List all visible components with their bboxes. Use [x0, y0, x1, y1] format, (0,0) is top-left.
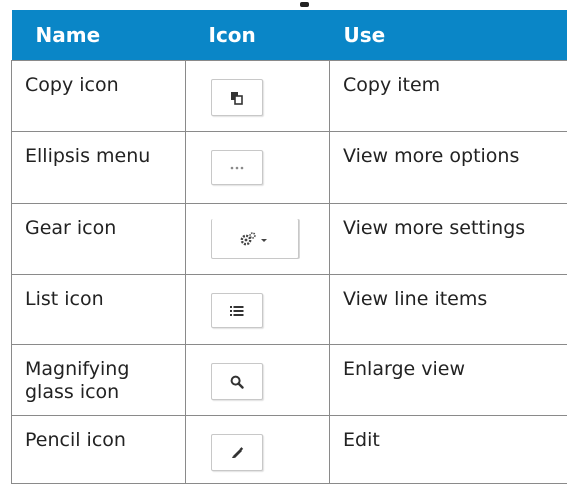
- row-use: Copy item: [330, 61, 567, 132]
- row-icon-cell: [186, 345, 330, 416]
- table-row: Copy icon Copy item: [12, 61, 567, 132]
- row-use: Edit: [330, 416, 567, 484]
- row-name: Magnifying glass icon: [12, 345, 186, 416]
- row-icon-cell: [186, 275, 330, 345]
- row-icon-cell: [186, 204, 330, 275]
- copy-icon: [230, 91, 244, 105]
- ellipsis-menu-button[interactable]: [211, 150, 263, 185]
- gear-settings-button[interactable]: [211, 219, 299, 259]
- cropped-text-fragment: [300, 2, 309, 7]
- gear-icon: [240, 231, 270, 247]
- row-use: View more options: [330, 132, 567, 204]
- row-name: Ellipsis menu: [12, 132, 186, 204]
- header-name: Name: [12, 10, 186, 61]
- row-use: View line items: [330, 275, 567, 345]
- copy-button[interactable]: [211, 79, 263, 116]
- row-icon-cell: [186, 416, 330, 484]
- ellipsis-icon: [229, 165, 245, 171]
- row-use: View more settings: [330, 204, 567, 275]
- row-icon-cell: [186, 132, 330, 204]
- list-button[interactable]: [211, 293, 263, 328]
- header-icon: Icon: [186, 10, 330, 61]
- table-row: Pencil icon Edit: [12, 416, 567, 484]
- icon-reference-table: Name Icon Use Copy icon Copy item Ellips…: [11, 10, 567, 484]
- header-use: Use: [330, 10, 567, 61]
- row-name: Gear icon: [12, 204, 186, 275]
- magnifying-glass-icon: [230, 375, 244, 389]
- row-name: Pencil icon: [12, 416, 186, 484]
- table-row: Gear icon View more settings: [12, 204, 567, 275]
- table-row: Ellipsis menu View more options: [12, 132, 567, 204]
- row-name: List icon: [12, 275, 186, 345]
- table-row: Magnifying glass icon Enlarge view: [12, 345, 567, 416]
- row-name: Copy icon: [12, 61, 186, 132]
- edit-button[interactable]: [211, 434, 263, 471]
- top-crop-strip: [0, 0, 567, 10]
- pencil-icon: [230, 446, 244, 460]
- row-icon-cell: [186, 61, 330, 132]
- table-row: List icon View line items: [12, 275, 567, 345]
- magnify-button[interactable]: [211, 363, 263, 400]
- row-use: Enlarge view: [330, 345, 567, 416]
- table-header-row: Name Icon Use: [12, 10, 567, 61]
- list-icon: [230, 305, 244, 317]
